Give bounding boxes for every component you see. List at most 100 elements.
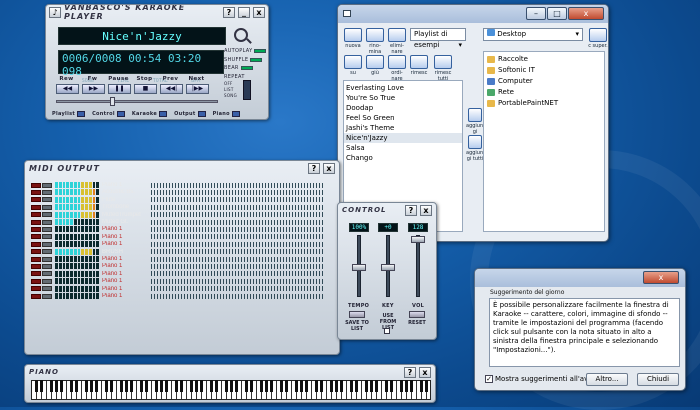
piano-black-key[interactable] xyxy=(419,380,423,392)
mute-button[interactable] xyxy=(31,189,41,195)
help-button[interactable]: ? xyxy=(405,204,417,216)
piano-black-key[interactable] xyxy=(74,380,78,392)
up-folder-button[interactable]: c super. xyxy=(588,28,608,49)
piano-title-bar[interactable]: PIANO ? x xyxy=(25,365,435,379)
mute-button[interactable] xyxy=(31,249,41,255)
piano-black-key[interactable] xyxy=(179,380,183,392)
mute-button[interactable] xyxy=(31,219,41,225)
close-button[interactable]: x xyxy=(643,271,679,284)
playlist-song-item[interactable]: Feel So Green xyxy=(344,113,462,123)
piano-black-key[interactable] xyxy=(119,380,123,392)
piano-black-key[interactable] xyxy=(339,380,343,392)
move-down-button[interactable]: giù xyxy=(365,55,385,76)
maximize-button[interactable]: □ xyxy=(547,7,567,20)
piano-black-key[interactable] xyxy=(89,380,93,392)
add-button[interactable]: aggiun-gi xyxy=(466,108,485,135)
move-up-button[interactable]: su xyxy=(343,55,363,76)
solo-button[interactable] xyxy=(42,256,52,262)
mute-button[interactable] xyxy=(31,204,41,210)
folder-item[interactable]: Computer xyxy=(484,76,604,87)
solo-button[interactable] xyxy=(42,286,52,292)
solo-button[interactable] xyxy=(42,249,52,255)
piano-black-key[interactable] xyxy=(249,380,253,392)
tempo-slider[interactable] xyxy=(352,235,366,297)
save-to-list-button[interactable] xyxy=(349,311,365,318)
control-title-bar[interactable]: CONTROL ? x xyxy=(338,203,436,217)
piano-black-key[interactable] xyxy=(189,380,193,392)
solo-button[interactable] xyxy=(42,234,52,240)
piano-black-key[interactable] xyxy=(259,380,263,392)
close-button[interactable]: x xyxy=(323,162,335,174)
position-slider[interactable] xyxy=(56,100,218,103)
solo-button[interactable] xyxy=(42,241,52,247)
playlist-song-item[interactable]: Jashi's Theme xyxy=(344,123,462,133)
minimize-button[interactable]: – xyxy=(526,7,546,20)
playlist-song-item[interactable]: Chango xyxy=(344,153,462,163)
show-tips-checkbox[interactable]: ✓ xyxy=(485,375,493,383)
piano-black-key[interactable] xyxy=(139,380,143,392)
piano-black-key[interactable] xyxy=(109,380,113,392)
forward-button[interactable]: ▶▶ xyxy=(82,84,105,94)
piano-black-key[interactable] xyxy=(234,380,238,392)
mute-button[interactable] xyxy=(31,286,41,292)
mute-button[interactable] xyxy=(31,212,41,218)
solo-button[interactable] xyxy=(42,212,52,218)
repeat-selector[interactable] xyxy=(243,80,251,100)
piano-toggle[interactable]: Piano xyxy=(213,111,240,117)
close-button[interactable]: x xyxy=(420,204,432,216)
vol-slider-knob[interactable] xyxy=(411,236,425,243)
solo-button[interactable] xyxy=(42,293,52,299)
piano-black-key[interactable] xyxy=(174,380,178,392)
piano-black-key[interactable] xyxy=(49,380,53,392)
piano-black-key[interactable] xyxy=(34,380,38,392)
rename-playlist-button[interactable]: rino-mina xyxy=(365,28,385,55)
repeat-song[interactable]: SONG xyxy=(224,93,237,98)
playlist-toggle[interactable]: Playlist xyxy=(52,111,86,117)
piano-black-key[interactable] xyxy=(279,380,283,392)
close-tip-button[interactable]: Chiudi xyxy=(637,373,679,386)
shuffle-toggle[interactable]: SHUFFLE xyxy=(224,57,263,63)
sort-button[interactable]: ordi-nare xyxy=(387,55,407,82)
piano-black-key[interactable] xyxy=(294,380,298,392)
mute-button[interactable] xyxy=(31,271,41,277)
shuffle-all-button[interactable]: rimesc tutti xyxy=(431,55,455,82)
piano-black-key[interactable] xyxy=(84,380,88,392)
piano-black-key[interactable] xyxy=(94,380,98,392)
piano-black-key[interactable] xyxy=(69,380,73,392)
piano-black-key[interactable] xyxy=(349,380,353,392)
playlist-song-item[interactable]: Everlasting Love xyxy=(344,83,462,93)
bear-toggle[interactable]: BEAR xyxy=(224,65,253,71)
playlist-song-item[interactable]: Salsa xyxy=(344,143,462,153)
piano-black-key[interactable] xyxy=(229,380,233,392)
piano-black-key[interactable] xyxy=(164,380,168,392)
pause-button[interactable]: ❚❚ xyxy=(108,84,131,94)
mute-button[interactable] xyxy=(31,278,41,284)
use-from-list-checkbox[interactable] xyxy=(384,328,390,334)
piano-black-key[interactable] xyxy=(319,380,323,392)
reset-button[interactable] xyxy=(409,311,425,318)
mute-button[interactable] xyxy=(31,182,41,188)
tip-title-bar[interactable]: x xyxy=(475,269,685,287)
piano-black-key[interactable] xyxy=(354,380,358,392)
piano-black-key[interactable] xyxy=(424,380,428,392)
playlist-song-item[interactable]: You're So True xyxy=(344,93,462,103)
mute-button[interactable] xyxy=(31,263,41,269)
close-button[interactable]: x xyxy=(419,366,431,378)
mute-button[interactable] xyxy=(31,293,41,299)
mute-button[interactable] xyxy=(31,241,41,247)
next-button[interactable]: |▶▶ xyxy=(186,84,209,94)
mute-button[interactable] xyxy=(31,234,41,240)
piano-black-key[interactable] xyxy=(59,380,63,392)
piano-black-key[interactable] xyxy=(409,380,413,392)
vanbasco-title-bar[interactable]: ♪ VANBASCO'S KARAOKE PLAYER ? _ x xyxy=(46,5,268,21)
piano-black-key[interactable] xyxy=(369,380,373,392)
new-playlist-button[interactable]: nuova xyxy=(343,28,363,49)
piano-black-key[interactable] xyxy=(214,380,218,392)
help-button[interactable]: ? xyxy=(404,366,416,378)
mute-button[interactable] xyxy=(31,197,41,203)
piano-black-key[interactable] xyxy=(399,380,403,392)
solo-button[interactable] xyxy=(42,204,52,210)
key-slider-knob[interactable] xyxy=(381,263,395,271)
midi-title-bar[interactable]: MIDI OUTPUT ? x xyxy=(25,161,339,175)
solo-button[interactable] xyxy=(42,197,52,203)
